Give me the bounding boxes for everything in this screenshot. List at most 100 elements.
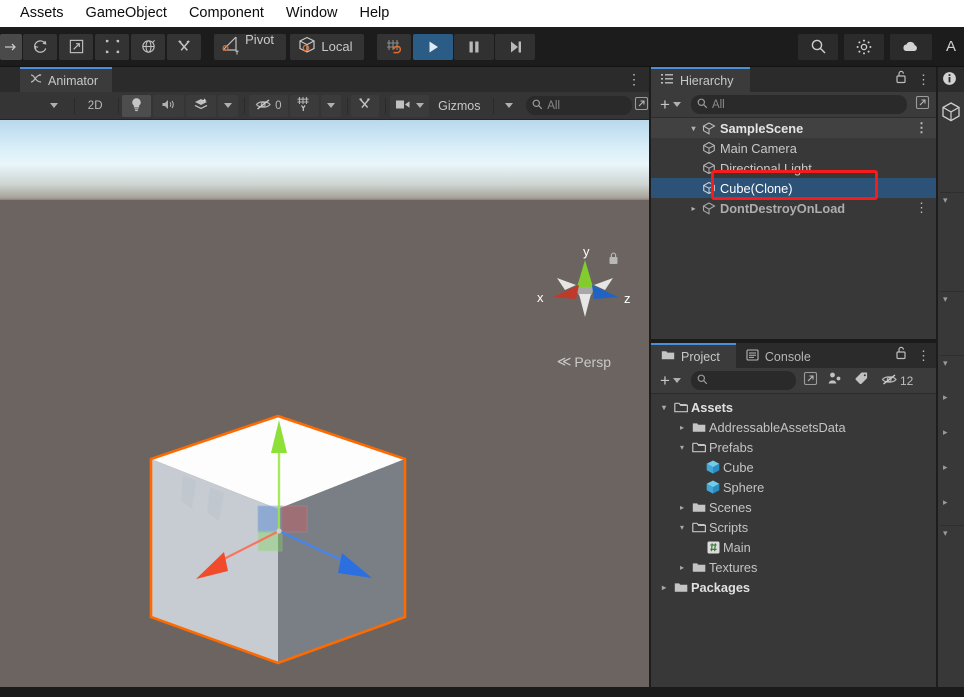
hierarchy-add-button[interactable]: + bbox=[656, 96, 685, 113]
toggle-2d-button[interactable]: 2D bbox=[79, 95, 112, 117]
menu-item-help[interactable]: Help bbox=[349, 0, 401, 27]
hidden-objects-button[interactable]: 0 bbox=[249, 94, 288, 117]
panel-divider-vertical[interactable] bbox=[649, 67, 651, 687]
expand-arrow[interactable]: ▾ bbox=[675, 443, 689, 452]
gizmos-dropdown[interactable] bbox=[498, 95, 520, 117]
scene-tools-button[interactable] bbox=[351, 94, 380, 117]
hand-tool-button[interactable] bbox=[0, 33, 22, 60]
inspector-foldout-arrow[interactable]: ▾ bbox=[943, 195, 948, 206]
tab-animator[interactable]: Animator bbox=[20, 67, 113, 92]
inspector-foldout-arrow[interactable]: ▾ bbox=[943, 294, 948, 305]
expand-arrow[interactable]: ▸ bbox=[687, 204, 700, 213]
scene-view-gizmo[interactable]: y x z bbox=[530, 240, 640, 340]
pivot-mode-button[interactable]: Pivot bbox=[214, 33, 287, 60]
lock-open-icon[interactable] bbox=[895, 346, 908, 365]
hierarchy-row-main-camera[interactable]: Main Camera bbox=[651, 138, 936, 158]
search-button[interactable] bbox=[798, 33, 838, 60]
expand-arrow[interactable]: ▾ bbox=[675, 523, 689, 532]
grid-snap-button[interactable] bbox=[377, 33, 411, 60]
step-button[interactable] bbox=[495, 33, 535, 60]
hierarchy-row-label: Main Camera bbox=[720, 140, 797, 156]
hierarchy-row-kebab-menu[interactable]: ⋮ bbox=[915, 120, 928, 135]
expand-arrow[interactable]: ▸ bbox=[675, 423, 689, 432]
hierarchy-row-directional-light[interactable]: Directional Light bbox=[651, 158, 936, 178]
cloud-button[interactable] bbox=[890, 33, 932, 60]
inspector-foldout-arrow[interactable]: ▸ bbox=[943, 497, 948, 508]
inspector-foldout-arrow[interactable]: ▾ bbox=[943, 358, 948, 369]
pause-button[interactable] bbox=[454, 33, 494, 60]
custom-tool-button[interactable] bbox=[167, 33, 201, 60]
menu-item-window[interactable]: Window bbox=[275, 0, 349, 27]
account-button[interactable]: A bbox=[938, 34, 964, 60]
inspector-foldout-arrow[interactable]: ▾ bbox=[943, 528, 948, 539]
scene-search-expand-button[interactable] bbox=[634, 96, 649, 115]
hierarchy-row-samplescene[interactable]: ▾ SampleScene ⋮ bbox=[651, 118, 936, 138]
expand-arrow[interactable]: ▾ bbox=[657, 403, 671, 412]
menu-item-edit[interactable]: t bbox=[0, 0, 9, 27]
project-kebab-menu[interactable]: ⋮ bbox=[917, 348, 930, 363]
hierarchy-kebab-menu[interactable]: ⋮ bbox=[917, 72, 930, 87]
tab-console[interactable]: Console bbox=[735, 343, 827, 368]
project-favorites-button[interactable] bbox=[823, 372, 847, 390]
hierarchy-row-dontdestroyonload[interactable]: ▸ DontDestroyOnLoad ⋮ bbox=[651, 198, 936, 218]
project-row-packages[interactable]: ▸ Packages bbox=[651, 577, 936, 597]
move-gizmo[interactable] bbox=[148, 413, 418, 673]
draw-mode-dropdown[interactable] bbox=[40, 95, 68, 117]
scene-fx-button[interactable] bbox=[186, 94, 217, 117]
scene-lighting-toggle[interactable] bbox=[122, 94, 152, 117]
tab-hierarchy[interactable]: Hierarchy bbox=[651, 67, 750, 92]
settings-button[interactable] bbox=[844, 33, 884, 60]
panel-divider-horizontal[interactable] bbox=[651, 339, 936, 343]
gizmos-button[interactable]: Gizmos bbox=[431, 95, 487, 117]
hierarchy-row-cube-clone[interactable]: Cube(Clone) bbox=[651, 178, 936, 198]
scene-viewport[interactable]: y x z ≪ Persp bbox=[0, 120, 649, 687]
info-icon[interactable] bbox=[942, 71, 957, 91]
scene-fx-dropdown[interactable] bbox=[218, 94, 239, 117]
projection-mode-label[interactable]: ≪ Persp bbox=[557, 353, 611, 370]
project-row-sphere-prefab[interactable]: Sphere bbox=[651, 477, 936, 497]
scene-camera-dropdown[interactable] bbox=[390, 94, 430, 117]
selected-cube-object[interactable] bbox=[148, 413, 408, 665]
project-label-button[interactable] bbox=[850, 372, 874, 390]
scene-grid-button[interactable] bbox=[289, 94, 319, 117]
handle-space-button[interactable]: Local bbox=[290, 33, 365, 60]
hierarchy-row-kebab-menu[interactable]: ⋮ bbox=[915, 200, 928, 215]
project-search-input[interactable] bbox=[690, 371, 796, 390]
scale-tool-button[interactable] bbox=[59, 33, 93, 60]
play-button[interactable] bbox=[413, 33, 453, 60]
menu-item-gameobject[interactable]: GameObject bbox=[75, 0, 178, 27]
rect-tool-button[interactable] bbox=[95, 33, 129, 60]
expand-arrow[interactable]: ▾ bbox=[687, 124, 700, 133]
inspector-foldout-arrow[interactable]: ▸ bbox=[943, 462, 948, 473]
project-hidden-assets-indicator[interactable]: 12 bbox=[877, 373, 917, 389]
inspector-foldout-arrow[interactable]: ▸ bbox=[943, 392, 948, 403]
menu-item-assets[interactable]: Assets bbox=[9, 0, 75, 27]
scene-tab-kebab-menu[interactable]: ⋮ bbox=[627, 71, 641, 87]
project-row-prefabs[interactable]: ▾ Prefabs bbox=[651, 437, 936, 457]
project-row-cube-prefab[interactable]: Cube bbox=[651, 457, 936, 477]
expand-arrow[interactable]: ▸ bbox=[675, 503, 689, 512]
lock-open-icon[interactable] bbox=[895, 70, 908, 89]
rotate-tool-button[interactable] bbox=[23, 33, 57, 60]
gizmo-lock-icon[interactable] bbox=[608, 252, 619, 265]
menu-item-component[interactable]: Component bbox=[178, 0, 275, 27]
hierarchy-search-input[interactable]: All bbox=[690, 95, 907, 114]
hierarchy-search-expand-button[interactable] bbox=[913, 95, 931, 114]
scene-search-input[interactable]: All bbox=[526, 96, 633, 115]
transform-tool-button[interactable] bbox=[131, 33, 165, 60]
tab-project[interactable]: Project bbox=[651, 343, 736, 368]
project-row-assets[interactable]: ▾ Assets bbox=[651, 397, 936, 417]
panel-divider-vertical-right[interactable] bbox=[936, 67, 938, 687]
expand-arrow[interactable]: ▸ bbox=[675, 563, 689, 572]
project-row-textures[interactable]: ▸ Textures bbox=[651, 557, 936, 577]
project-row-addressableassetsdata[interactable]: ▸ AddressableAssetsData bbox=[651, 417, 936, 437]
project-row-scripts[interactable]: ▾ Scripts bbox=[651, 517, 936, 537]
project-row-scenes[interactable]: ▸ Scenes bbox=[651, 497, 936, 517]
scene-audio-toggle[interactable] bbox=[153, 94, 185, 117]
project-search-expand-button[interactable] bbox=[802, 371, 820, 390]
project-row-main-script[interactable]: Main bbox=[651, 537, 936, 557]
scene-grid-dropdown[interactable] bbox=[320, 94, 341, 117]
project-add-button[interactable]: + bbox=[656, 372, 685, 389]
inspector-foldout-arrow[interactable]: ▸ bbox=[943, 427, 948, 438]
expand-arrow[interactable]: ▸ bbox=[657, 583, 671, 592]
